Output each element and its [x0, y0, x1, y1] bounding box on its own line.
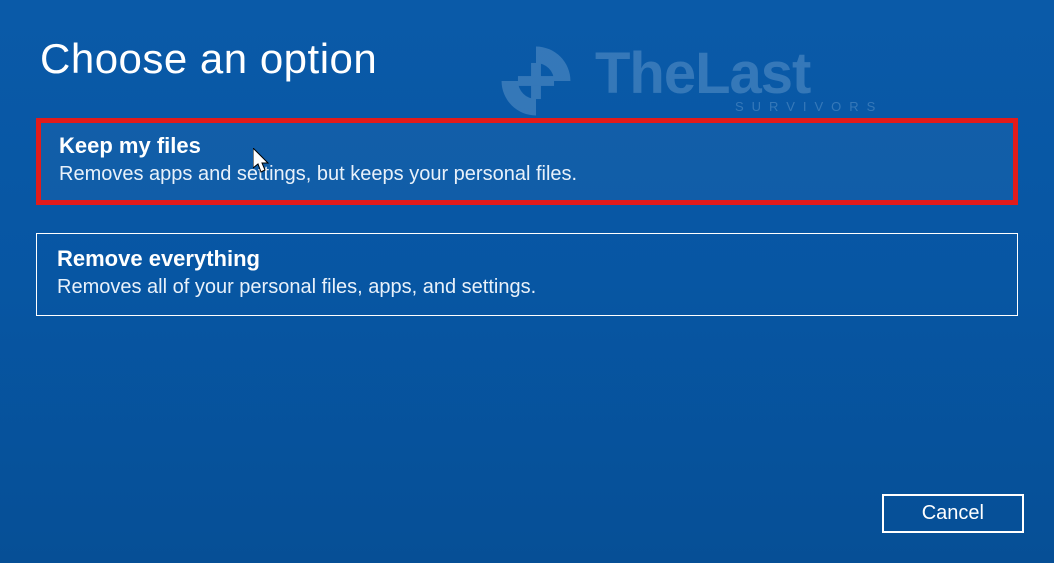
option-description: Removes apps and settings, but keeps you…	[59, 163, 995, 186]
option-description: Removes all of your personal files, apps…	[57, 276, 997, 299]
option-remove-everything[interactable]: Remove everything Removes all of your pe…	[36, 233, 1018, 316]
cancel-button[interactable]: Cancel	[882, 494, 1024, 533]
page-title: Choose an option	[0, 0, 1054, 83]
footer: Cancel	[882, 494, 1024, 533]
option-keep-my-files[interactable]: Keep my files Removes apps and settings,…	[36, 118, 1018, 205]
watermark-sub-text: SURVIVORS	[735, 99, 883, 114]
options-container: Keep my files Removes apps and settings,…	[36, 118, 1018, 316]
option-title: Remove everything	[57, 246, 997, 272]
option-title: Keep my files	[59, 133, 995, 159]
